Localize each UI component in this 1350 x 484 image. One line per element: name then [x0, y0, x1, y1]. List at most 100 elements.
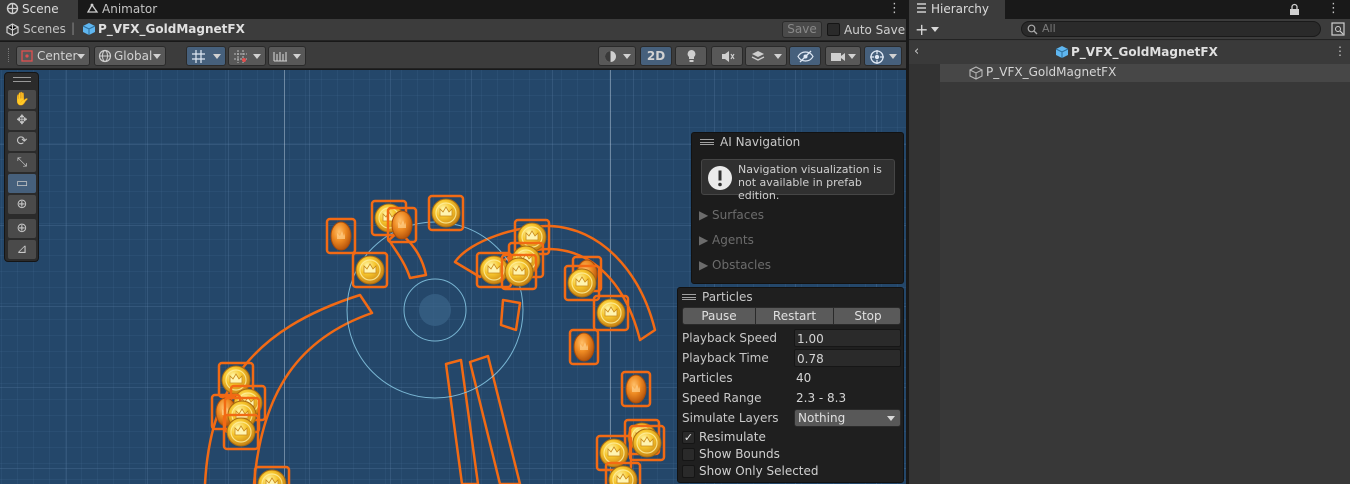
hierarchy-panel: + All ‹ P_VFX_GoldMagnetFX ⋮ P_VFX_GoldM… — [909, 19, 1350, 484]
hidden-eye-icon — [797, 50, 814, 63]
toolbar-grip — [8, 48, 11, 62]
gameobject-icon — [969, 66, 983, 80]
scene-breadcrumb-bar: Scenes | P_VFX_GoldMagnetFX Save Auto Sa… — [0, 19, 906, 41]
transform-tool[interactable]: ⊕ — [8, 195, 36, 214]
hierarchy-toolbar: + All — [909, 19, 1350, 40]
pause-button[interactable]: Pause — [683, 308, 756, 324]
scale-tool[interactable]: ⤡ — [8, 153, 36, 172]
rotate-tool[interactable]: ⟳ — [8, 132, 36, 151]
resimulate-label: Resimulate — [699, 430, 766, 444]
ruler-toggle[interactable] — [268, 46, 306, 66]
create-plus-icon[interactable]: + — [915, 20, 928, 39]
playback-time-label: Playback Time — [682, 351, 769, 365]
chevron-down-icon — [887, 416, 895, 421]
tab-animator[interactable]: Animator — [80, 0, 170, 19]
increment-snap-icon — [234, 50, 247, 63]
tab-animator-label: Animator — [102, 2, 158, 16]
magnet-arm — [387, 230, 428, 280]
breadcrumb-prefab[interactable]: P_VFX_GoldMagnetFX — [98, 22, 245, 36]
scene-search-icon[interactable] — [1331, 22, 1345, 36]
particles-count-value: 40 — [796, 371, 812, 385]
save-button[interactable]: Save — [782, 21, 822, 38]
section-surfaces[interactable]: ▶ Surfaces — [699, 208, 764, 222]
hand-tool[interactable]: ✋ — [8, 90, 36, 109]
playback-speed-field[interactable]: 1.00 — [794, 329, 901, 347]
back-chevron-icon[interactable]: ‹ — [914, 44, 919, 59]
scene-icon — [6, 2, 19, 15]
search-placeholder: All — [1042, 22, 1056, 35]
prefab-header-menu-icon[interactable]: ⋮ — [1334, 44, 1346, 58]
hierarchy-search-input[interactable]: All — [1021, 21, 1321, 37]
breadcrumb-scenes[interactable]: Scenes — [23, 22, 66, 36]
search-icon — [1027, 24, 1038, 35]
tools-grip[interactable] — [13, 77, 31, 82]
show-only-selected-label: Show Only Selected — [699, 464, 819, 478]
create-dropdown-icon[interactable] — [931, 27, 939, 32]
animator-icon — [86, 3, 99, 13]
pivot-mode-dropdown[interactable]: Center — [16, 46, 90, 66]
show-bounds-checkbox[interactable] — [682, 448, 695, 461]
tools-overlay: ✋ ✥ ⟳ ⤡ ▭ ⊕ ⊕ ⊿ — [4, 72, 39, 262]
tab-scene-label: Scene — [22, 2, 59, 16]
particles-overlay: Particles Pause Restart Stop Playback Sp… — [677, 287, 904, 483]
show-only-selected-checkbox[interactable] — [682, 465, 695, 478]
simulate-layers-dropdown[interactable]: Nothing — [794, 409, 901, 427]
custom-tool[interactable]: ⊕ — [8, 219, 36, 238]
tab-hierarchy[interactable]: Hierarchy — [909, 0, 1005, 19]
pivot-tool[interactable]: ⊿ — [8, 240, 36, 259]
scene-viewport[interactable]: ✋ ✥ ⟳ ⤡ ▭ ⊕ ⊕ ⊿ AI Navigation Navigation… — [0, 70, 906, 484]
tab-scene[interactable]: Scene — [0, 0, 78, 19]
mode-2d-toggle[interactable]: 2D — [640, 46, 672, 66]
grid-snap-toggle[interactable] — [186, 46, 226, 66]
pivot-mode-label: Center — [37, 49, 78, 63]
simulate-layers-label: Simulate Layers — [682, 411, 779, 425]
auto-save-checkbox[interactable] — [827, 23, 840, 36]
camera-icon — [831, 53, 845, 61]
hierarchy-item-label: P_VFX_GoldMagnetFX — [986, 65, 1117, 79]
magnet-arm — [499, 298, 522, 332]
scene-visibility-toggle[interactable] — [789, 46, 821, 66]
draw-mode-dropdown[interactable] — [598, 46, 636, 66]
playback-time-field[interactable]: 0.78 — [794, 349, 901, 367]
hierarchy-item[interactable]: P_VFX_GoldMagnetFX — [940, 64, 1350, 82]
increment-snap-toggle[interactable] — [228, 46, 266, 66]
overlay-grip[interactable] — [682, 294, 696, 300]
hierarchy-menu-icon[interactable]: ⋮ — [1327, 0, 1340, 19]
audio-toggle[interactable] — [711, 46, 743, 66]
gizmos-dropdown[interactable] — [864, 46, 902, 66]
particles-count-label: Particles — [682, 371, 733, 385]
show-bounds-label: Show Bounds — [699, 447, 780, 461]
lighting-toggle[interactable] — [675, 46, 707, 66]
gizmos-icon — [870, 50, 884, 64]
unity-scene-icon — [6, 23, 19, 36]
grid-snap-icon — [192, 50, 205, 63]
rect-tool[interactable]: ▭ — [8, 174, 36, 193]
breadcrumb-separator: | — [71, 21, 76, 35]
pivot-rotation-dropdown[interactable]: Global — [94, 46, 166, 66]
auto-save-label: Auto Save — [844, 23, 906, 37]
prefab-header-row[interactable]: ‹ P_VFX_GoldMagnetFX ⋮ — [909, 41, 1350, 64]
move-tool[interactable]: ✥ — [8, 111, 36, 130]
scene-toolbar: Center Global 2D — [0, 42, 906, 69]
restart-button[interactable]: Restart — [756, 308, 834, 324]
speed-range-value: 2.3 - 8.3 — [796, 391, 847, 405]
section-obstacles[interactable]: ▶ Obstacles — [699, 258, 771, 272]
lightbulb-icon — [687, 50, 696, 62]
warning-icon — [708, 166, 732, 190]
audio-mute-icon — [722, 51, 735, 62]
navigation-help-text: Navigation visualization is not availabl… — [738, 163, 882, 202]
effects-dropdown[interactable] — [745, 46, 787, 66]
ai-navigation-title: AI Navigation — [720, 135, 801, 149]
section-agents[interactable]: ▶ Agents — [699, 233, 754, 247]
shading-mode-icon — [605, 51, 616, 62]
overlay-grip[interactable] — [700, 139, 714, 145]
lock-icon[interactable] — [1289, 3, 1300, 16]
resimulate-checkbox[interactable]: ✓ — [682, 431, 695, 444]
camera-dropdown[interactable] — [825, 46, 861, 66]
prefab-icon — [82, 23, 96, 35]
stop-button[interactable]: Stop — [834, 308, 900, 324]
scene-menu-icon[interactable]: ⋮ — [888, 0, 901, 19]
navigation-help-box: Navigation visualization is not availabl… — [701, 159, 895, 202]
ruler-icon — [273, 52, 287, 62]
particles-title: Particles — [702, 290, 753, 304]
